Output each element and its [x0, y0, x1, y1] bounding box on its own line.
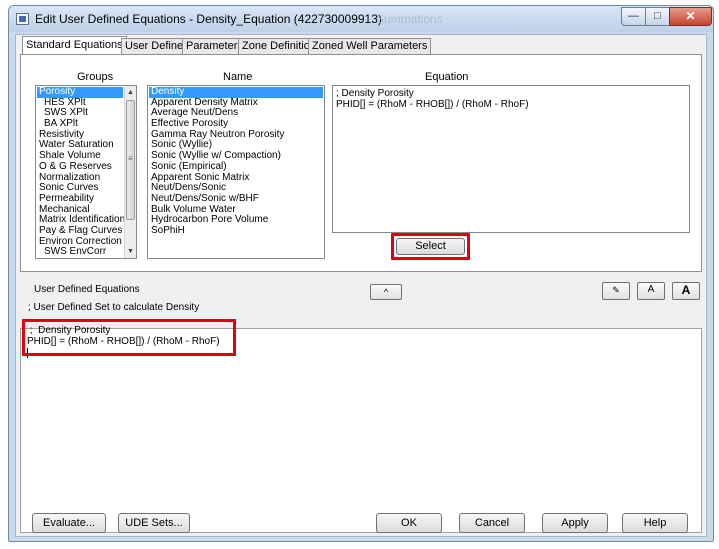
paint-icon[interactable]: ✎: [602, 282, 630, 300]
equation-line-comment: ; Density Porosity: [336, 88, 414, 99]
tab-standard-equations[interactable]: Standard Equations: [22, 36, 127, 55]
editor-highlight: [22, 319, 236, 356]
ok-button[interactable]: OK: [376, 513, 442, 533]
help-button[interactable]: Help: [622, 513, 688, 533]
groups-list-item[interactable]: Permeability: [37, 193, 123, 205]
ude-sets-button[interactable]: UDE Sets...: [118, 513, 190, 533]
background-window-title: Summations: [376, 12, 443, 26]
groups-list-item[interactable]: O & G Reserves: [37, 161, 123, 173]
scroll-up-arrow-icon[interactable]: ▲: [125, 86, 136, 99]
name-listbox[interactable]: Density Apparent Density Matrix Average Ne…: [147, 85, 325, 259]
cancel-button[interactable]: Cancel: [459, 513, 525, 533]
increase-font-icon[interactable]: A: [672, 282, 700, 300]
name-header: Name: [223, 71, 253, 83]
window-title: Edit User Defined Equations - Density_Eq…: [35, 12, 382, 26]
standard-equations-panel: Groups Name Equation Porosity HES XPlt SWS…: [20, 54, 702, 272]
groups-list-item[interactable]: SWS EnvCorr: [37, 247, 123, 258]
scroll-thumb[interactable]: ≡: [126, 100, 135, 220]
ude-set-description: ; User Defined Set to calculate Density: [28, 302, 200, 313]
close-button[interactable]: ✕: [669, 7, 712, 26]
select-button[interactable]: Select: [396, 238, 465, 255]
equation-header: Equation: [425, 71, 469, 83]
groups-scrollbar[interactable]: ▲ ≡ ▼: [124, 86, 136, 258]
tab-zoned-well-parameters[interactable]: Zoned Well Parameters: [308, 38, 432, 55]
equation-line-formula: PHID[] = (RhoM - RHOB[]) / (RhoM - RhoF): [336, 99, 529, 110]
title-bar[interactable]: Edit User Defined Equations - Density_Eq…: [9, 6, 713, 32]
name-list-item[interactable]: SoPhiH: [149, 225, 323, 237]
name-list-item[interactable]: Sonic (Empirical): [149, 161, 323, 173]
minimize-button[interactable]: —: [621, 7, 646, 26]
maximize-button[interactable]: □: [645, 7, 670, 26]
dialog-client: Standard Equations User Defined Paramete…: [15, 34, 707, 537]
dialog-window: Edit User Defined Equations - Density_Eq…: [8, 5, 714, 542]
scroll-down-arrow-icon[interactable]: ▼: [125, 245, 136, 258]
app-icon: [16, 13, 29, 25]
grip-icon: ≡: [128, 154, 133, 163]
groups-listbox[interactable]: Porosity HES XPlt SWS XPlt BA XPlt Resistivi…: [35, 85, 137, 259]
name-list-item[interactable]: Neut/Dens/Sonic w/BHF: [149, 193, 323, 205]
evaluate-button[interactable]: Evaluate...: [32, 513, 106, 533]
collapse-button[interactable]: ^: [370, 284, 402, 300]
name-items: Density Apparent Density Matrix Average Ne…: [149, 86, 323, 237]
ude-label: User Defined Equations: [34, 284, 140, 295]
ude-editor[interactable]: ; Density Porosity PHID[] = (RhoM - RHOB…: [20, 325, 702, 533]
apply-button[interactable]: Apply: [542, 513, 608, 533]
groups-header: Groups: [77, 71, 114, 83]
equation-box: ; Density Porosity PHID[] = (RhoM - RHOB…: [332, 85, 690, 233]
decrease-font-icon[interactable]: A: [637, 282, 665, 300]
groups-items: Porosity HES XPlt SWS XPlt BA XPlt Resistivi…: [37, 86, 125, 258]
